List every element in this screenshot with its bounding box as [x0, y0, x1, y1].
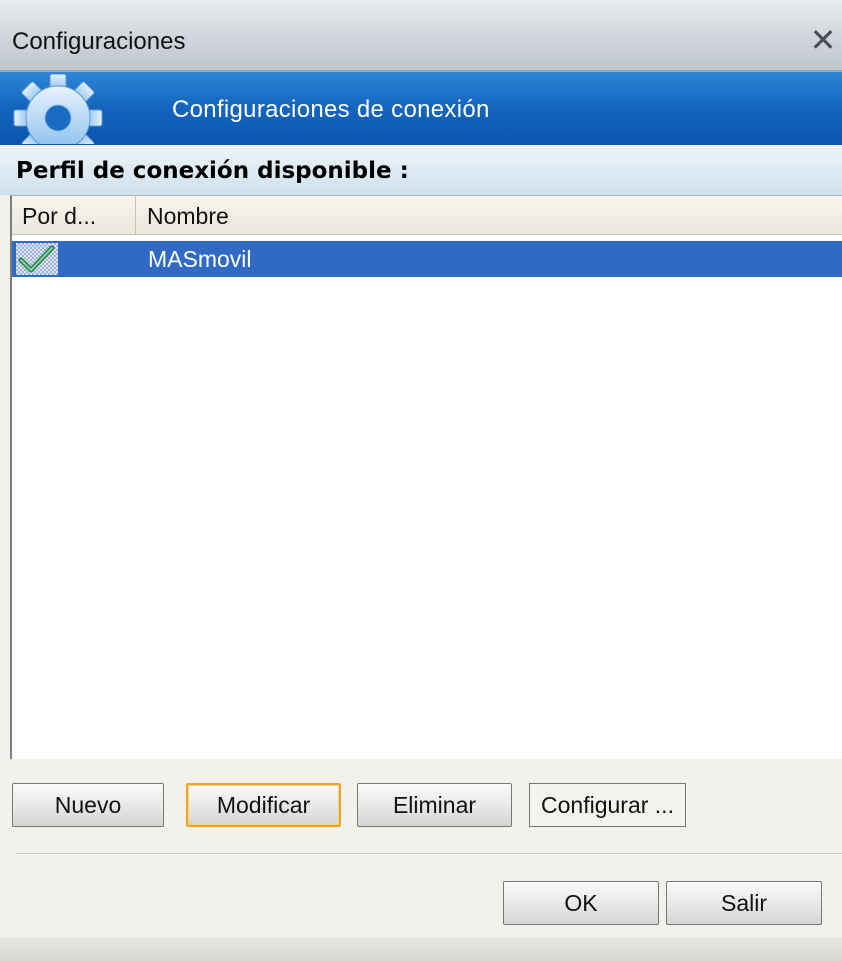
banner-title: Configuraciones de conexión	[172, 96, 490, 123]
gear-icon	[13, 74, 103, 144]
header-banner: Configuraciones de conexión	[0, 71, 842, 146]
bottom-edge	[0, 937, 842, 961]
title-bar[interactable]: Configuraciones ✕	[0, 0, 842, 71]
divider	[16, 853, 842, 855]
column-default[interactable]: Por d...	[12, 196, 136, 234]
new-button[interactable]: Nuevo	[12, 783, 164, 827]
exit-button[interactable]: Salir	[666, 881, 822, 925]
delete-button[interactable]: Eliminar	[357, 783, 512, 827]
profile-name: MASmovil	[148, 246, 252, 272]
list-item[interactable]: MASmovil	[12, 241, 842, 277]
list-header: Por d... Nombre	[12, 196, 842, 235]
column-name[interactable]: Nombre	[137, 196, 837, 234]
ok-button[interactable]: OK	[503, 881, 659, 925]
default-check-icon	[16, 243, 58, 275]
window-title: Configuraciones	[12, 28, 186, 55]
modify-button[interactable]: Modificar	[186, 783, 341, 827]
close-icon[interactable]: ✕	[808, 24, 838, 56]
settings-dialog: Configuraciones ✕ Configuraciones de con…	[0, 0, 842, 961]
profiles-list[interactable]: Por d... Nombre MASmovil	[10, 195, 842, 759]
configure-button[interactable]: Configurar ...	[529, 783, 686, 827]
profiles-label: Perfil de conexión disponible :	[16, 158, 409, 184]
